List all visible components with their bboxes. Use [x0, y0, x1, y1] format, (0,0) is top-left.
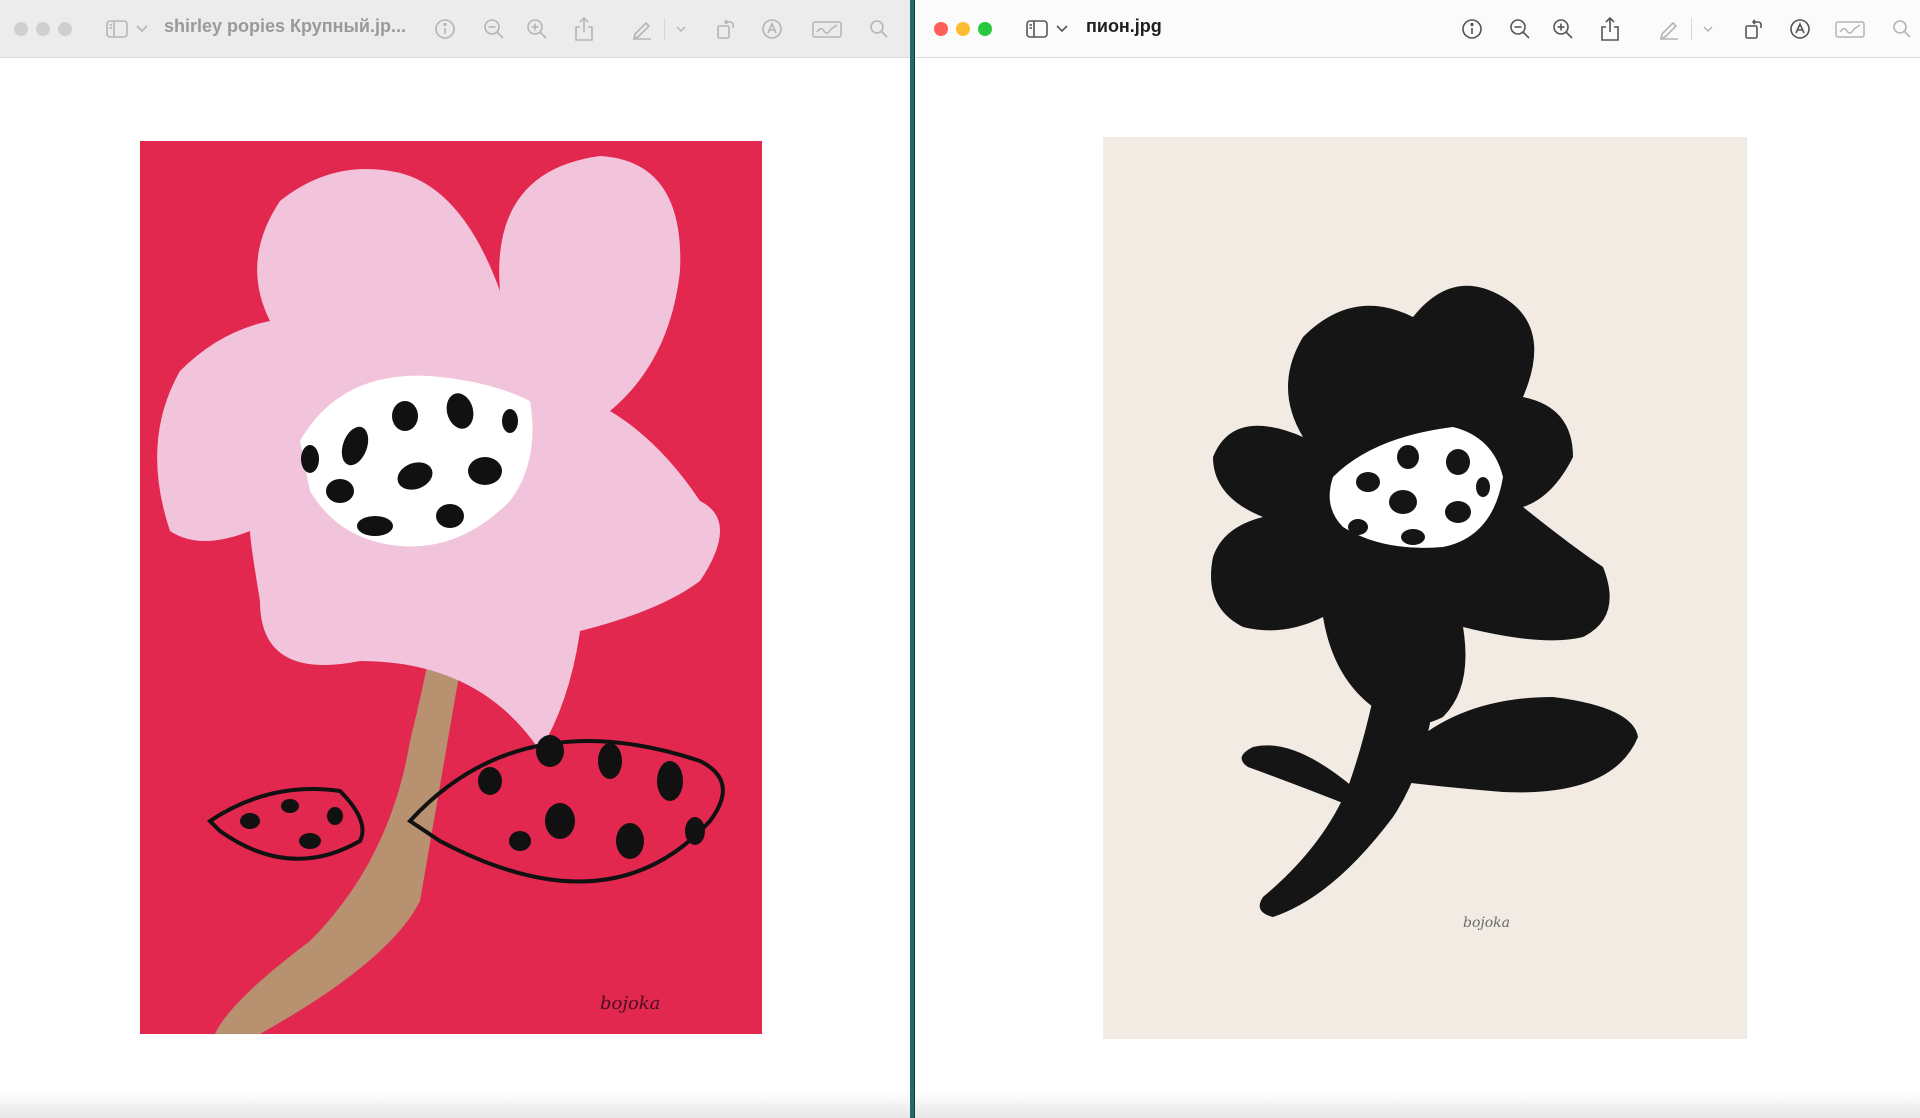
zoom-out-icon[interactable]	[481, 12, 507, 46]
annotate-icon[interactable]	[1787, 12, 1813, 46]
info-icon[interactable]	[1459, 12, 1485, 46]
info-icon[interactable]	[432, 12, 458, 46]
close-button[interactable]	[14, 22, 28, 36]
annotate-icon[interactable]	[759, 12, 785, 46]
artwork-image: bojoka	[140, 141, 762, 1034]
window-titlebar[interactable]: shirley popies Крупный.jp...	[0, 0, 910, 58]
window-title: пион.jpg	[1086, 16, 1162, 36]
artwork-signature: bojoka	[1463, 915, 1510, 931]
preview-window-left[interactable]: shirley popies Крупный.jp... bojoka	[0, 0, 910, 1118]
close-button[interactable]	[934, 22, 948, 36]
zoom-window-button[interactable]	[978, 22, 992, 36]
chevron-down-icon[interactable]	[134, 12, 150, 46]
markup-pen-icon[interactable]	[1656, 12, 1682, 46]
sidebar-icon[interactable]	[104, 12, 130, 46]
document-view[interactable]: bojoka	[0, 58, 910, 1118]
zoom-in-icon[interactable]	[524, 12, 550, 46]
zoom-out-icon[interactable]	[1507, 12, 1533, 46]
minimize-button[interactable]	[36, 22, 50, 36]
rotate-icon[interactable]	[1741, 12, 1767, 46]
rotate-icon[interactable]	[713, 12, 739, 46]
chevron-down-icon[interactable]	[674, 12, 688, 46]
preview-window-right[interactable]: пион.jpg bojoka	[914, 0, 1920, 1118]
chevron-down-icon[interactable]	[1701, 12, 1715, 46]
share-icon[interactable]	[571, 12, 597, 46]
share-icon[interactable]	[1597, 12, 1623, 46]
zoom-window-button[interactable]	[58, 22, 72, 36]
signature-icon[interactable]	[811, 12, 843, 46]
minimize-button[interactable]	[956, 22, 970, 36]
artwork-signature: bojoka	[600, 993, 660, 1014]
search-icon[interactable]	[1889, 12, 1915, 46]
search-icon[interactable]	[866, 12, 892, 46]
signature-icon[interactable]	[1834, 12, 1866, 46]
document-view[interactable]: bojoka	[915, 58, 1920, 1118]
window-titlebar[interactable]: пион.jpg	[915, 0, 1920, 58]
zoom-in-icon[interactable]	[1550, 12, 1576, 46]
window-title: shirley popies Крупный.jp...	[164, 16, 406, 36]
sidebar-icon[interactable]	[1024, 12, 1050, 46]
chevron-down-icon[interactable]	[1054, 12, 1070, 46]
markup-pen-icon[interactable]	[629, 12, 655, 46]
artwork-image: bojoka	[1103, 137, 1747, 1039]
